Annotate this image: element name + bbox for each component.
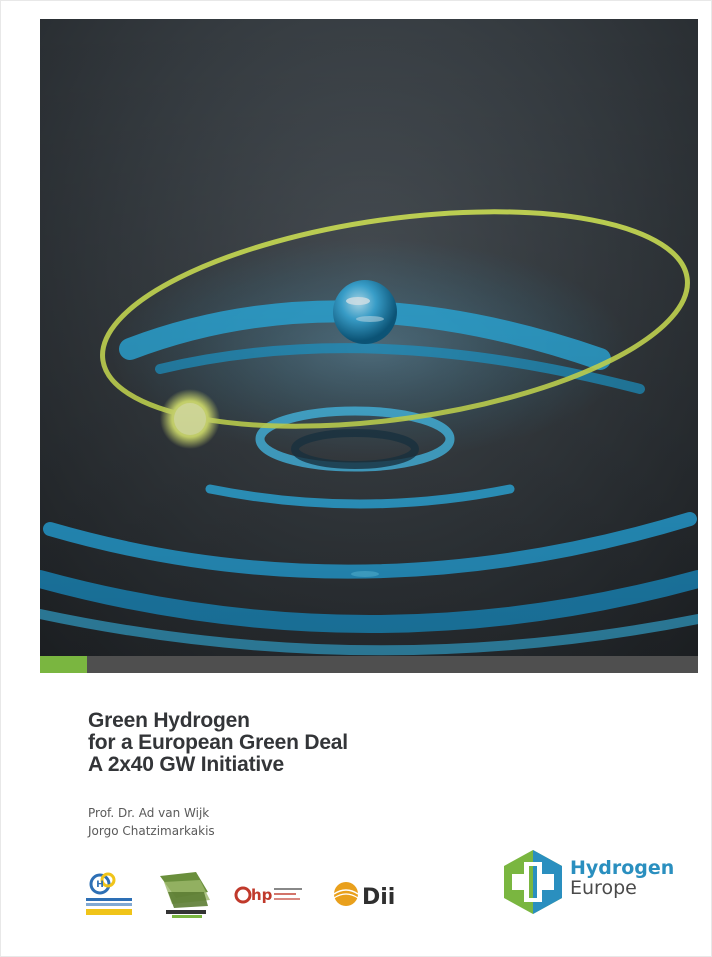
water-drop-orbit-illustration <box>40 19 698 656</box>
svg-text:hp: hp <box>251 886 273 904</box>
report-title: Green Hydrogen for a European Green Deal… <box>88 710 448 776</box>
report-cover: Green Hydrogen for a European Green Deal… <box>0 0 712 957</box>
title-line-2: for a European Green Deal <box>88 731 348 754</box>
svg-text:H: H <box>96 880 104 890</box>
green-accent-block <box>40 656 87 673</box>
ahp-logo: hp <box>234 886 302 904</box>
hydrogen-ukraine-logo: H <box>86 872 132 915</box>
brand-name-line-2: Europe <box>570 877 637 899</box>
cover-color-bar <box>40 656 698 673</box>
title-line-3: A 2x40 GW Initiative <box>88 753 284 776</box>
hydrogen-europe-logo: Hydrogen Europe <box>500 848 680 918</box>
hydrogen-europe-wordmark: Hydrogen Europe <box>570 858 674 898</box>
svg-text:Dii: Dii <box>362 885 395 910</box>
mena-logo <box>160 872 210 918</box>
author-2: Jorgo Chatzimarkakis <box>88 824 215 838</box>
author-list: Prof. Dr. Ad van Wijk Jorgo Chatzimarkak… <box>88 804 215 840</box>
partner-logos: H hp Dii <box>86 870 416 920</box>
dii-logo: Dii <box>333 882 395 910</box>
author-1: Prof. Dr. Ad van Wijk <box>88 806 210 820</box>
hydrogen-europe-hexagon-icon <box>504 850 562 914</box>
title-line-1: Green Hydrogen <box>88 709 250 732</box>
cover-image <box>40 19 698 656</box>
brand-name-line-1: Hydrogen <box>570 857 675 879</box>
